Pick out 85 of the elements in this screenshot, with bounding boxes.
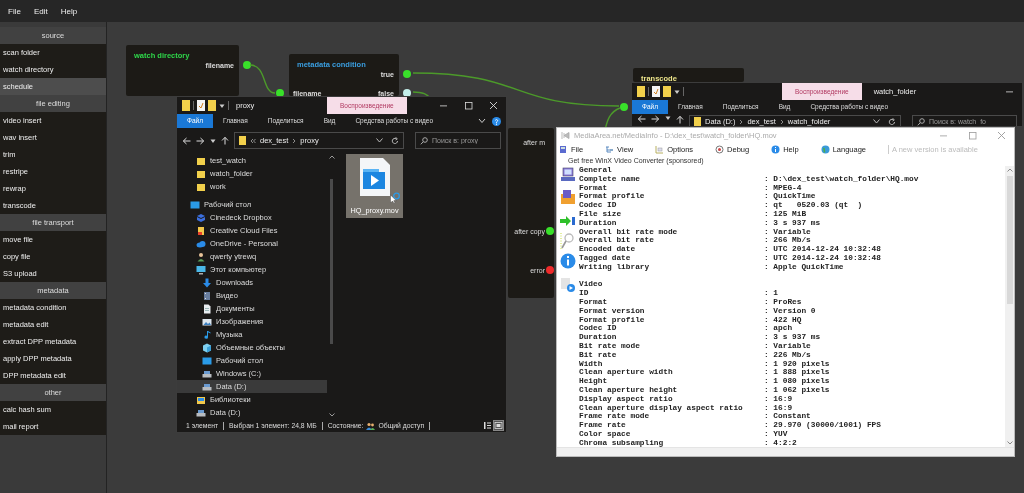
music-note-icon xyxy=(202,329,212,340)
chevron-icon xyxy=(779,118,784,125)
debug-icon xyxy=(715,144,725,154)
options-icon xyxy=(655,144,665,154)
video-file-icon xyxy=(358,158,391,196)
folder-icon xyxy=(560,189,576,206)
caret-icon[interactable] xyxy=(376,138,383,143)
help-icon xyxy=(492,116,501,126)
folder-icon xyxy=(239,136,246,145)
drive-icon xyxy=(202,368,212,379)
scrollbar-thumb[interactable] xyxy=(330,179,333,344)
port-dot[interactable] xyxy=(546,227,554,235)
back-icon[interactable] xyxy=(182,136,191,145)
info-icon xyxy=(560,253,576,269)
download-icon xyxy=(202,277,212,288)
help-icon xyxy=(771,144,781,154)
computer-icon xyxy=(560,166,576,183)
folder-icon xyxy=(196,168,206,179)
scroll-down-icon[interactable] xyxy=(1006,441,1013,445)
menu-item[interactable]: Edit xyxy=(27,3,54,19)
details-view-icon[interactable] xyxy=(483,421,492,430)
film-icon xyxy=(202,290,212,301)
refresh-icon[interactable] xyxy=(888,117,896,126)
document-icon xyxy=(559,144,568,154)
document-icon xyxy=(196,225,206,236)
caret-icon xyxy=(674,88,680,95)
picture-icon xyxy=(202,316,212,327)
up-icon[interactable] xyxy=(676,115,684,124)
back-icon[interactable] xyxy=(637,115,646,123)
scrollbar-thumb[interactable] xyxy=(1006,176,1013,304)
scroll-down-icon[interactable] xyxy=(328,413,335,417)
document-icon xyxy=(197,100,205,111)
folder-icon xyxy=(182,100,190,111)
computer-icon xyxy=(196,264,206,275)
caret-icon[interactable] xyxy=(665,115,671,121)
scroll-up-icon[interactable] xyxy=(1006,168,1013,172)
menu-item[interactable]: Help xyxy=(54,3,84,19)
magnifier-icon xyxy=(560,232,576,250)
chevron-icon xyxy=(478,118,486,124)
tree-view-icon xyxy=(605,144,615,154)
busy-cursor-icon xyxy=(390,192,400,204)
search-icon xyxy=(420,136,428,145)
port-dot[interactable] xyxy=(243,61,251,69)
up-icon[interactable] xyxy=(221,136,229,145)
globe-icon xyxy=(820,144,830,154)
person-icon xyxy=(196,251,206,262)
desktop-icon xyxy=(202,355,212,366)
chevron-icon xyxy=(739,118,744,125)
port-dot[interactable] xyxy=(620,103,628,111)
document-icon xyxy=(202,303,212,314)
forward-icon[interactable] xyxy=(196,136,205,145)
cloud-icon xyxy=(196,238,206,249)
horizontal-scrollbar[interactable] xyxy=(557,447,1014,456)
scroll-up-icon[interactable] xyxy=(328,155,335,159)
search-icon xyxy=(917,117,925,126)
folder-icon xyxy=(663,86,671,97)
folder-icon xyxy=(694,117,701,126)
document-icon xyxy=(652,86,660,97)
caret-icon xyxy=(219,102,225,109)
people-icon xyxy=(366,421,376,430)
app-icon xyxy=(561,130,570,140)
folder-icon xyxy=(637,86,645,97)
port-dot[interactable] xyxy=(403,70,411,78)
maximize-icon[interactable] xyxy=(463,101,474,110)
folder-icon xyxy=(208,100,216,111)
forward-icon[interactable] xyxy=(651,115,660,123)
caret-icon[interactable] xyxy=(873,119,880,124)
double-chevron-icon xyxy=(250,137,256,144)
large-icons-view-icon[interactable] xyxy=(494,421,503,430)
arrow-icon xyxy=(560,215,576,227)
library-icon xyxy=(196,394,206,405)
menu-item[interactable]: File xyxy=(2,3,27,19)
connection-wire xyxy=(249,64,276,94)
port-dot[interactable] xyxy=(546,266,554,274)
desktop-icon xyxy=(190,199,200,210)
cube-icon xyxy=(202,342,212,353)
drive-icon xyxy=(202,381,212,392)
folder-icon xyxy=(196,155,206,166)
video-icon xyxy=(560,277,576,293)
drive-icon xyxy=(196,407,206,418)
refresh-icon[interactable] xyxy=(391,136,399,145)
chevron-icon xyxy=(292,137,297,144)
folder-icon xyxy=(196,181,206,192)
caret-icon[interactable] xyxy=(210,137,216,144)
box-icon xyxy=(196,212,206,223)
